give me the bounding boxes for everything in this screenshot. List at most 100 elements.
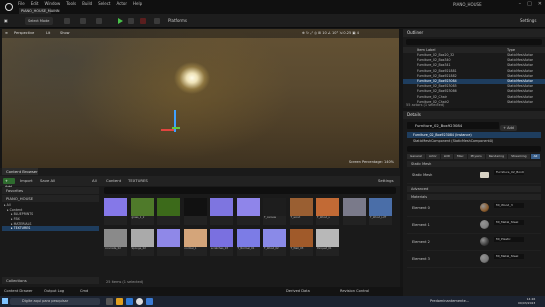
unreal-taskbar-icon[interactable] xyxy=(136,298,143,305)
outliner-search-input[interactable] xyxy=(406,39,542,45)
level-viewport[interactable]: ≡ Perspective Lit Show ⊕ ↻ ⤢ ◎ ⊞ 10 ∠ 10… xyxy=(2,29,399,168)
asset-tile[interactable]: Sponge_02 xyxy=(130,229,154,256)
component-static-mesh[interactable]: StaticMeshComponent (StaticMeshComponent… xyxy=(407,138,541,144)
stop-icon[interactable] xyxy=(140,18,146,24)
asset-tile[interactable]: T_canvas xyxy=(263,198,286,225)
save-all-button[interactable]: Save All xyxy=(40,178,55,184)
blueprint-icon[interactable] xyxy=(80,18,86,24)
asset-tile[interactable] xyxy=(236,198,260,225)
platforms-button[interactable]: Platforms xyxy=(168,17,187,25)
store-icon[interactable] xyxy=(146,298,153,305)
menu-actor[interactable]: Actor xyxy=(116,1,127,6)
filter-tab[interactable]: Physics xyxy=(467,154,485,159)
filter-tab[interactable]: All xyxy=(530,154,541,159)
windows-start-icon[interactable] xyxy=(2,298,8,304)
close-icon[interactable]: ✕ xyxy=(538,1,542,7)
viewport-menu-icon[interactable]: ≡ xyxy=(5,31,8,35)
filter-tab[interactable]: Actor xyxy=(425,154,440,159)
asset-tile[interactable] xyxy=(157,198,180,225)
material-picker[interactable]: MI_Plastic xyxy=(494,237,524,242)
project-section[interactable]: PIANO_HOUSE xyxy=(2,195,99,202)
import-button[interactable]: Import xyxy=(20,178,33,184)
filter-tab[interactable]: Rendering xyxy=(485,154,508,159)
material-picker[interactable]: MI_Metal_Steel xyxy=(494,220,524,225)
section-advanced[interactable]: Advanced xyxy=(407,186,541,192)
asset-tile[interactable] xyxy=(210,198,233,225)
show-button[interactable]: Show xyxy=(60,31,69,35)
menu-window[interactable]: Window xyxy=(44,1,60,6)
os-taskbar: Digite aqui para pesquisar Predominantem… xyxy=(0,296,545,307)
path-content[interactable]: Content xyxy=(106,178,121,184)
derived-data-button[interactable]: Derived Data xyxy=(286,289,310,293)
static-mesh-picker[interactable]: Furniture_02_Box9 xyxy=(494,170,524,175)
actor-name-field[interactable]: Furniture_02_Box923084 xyxy=(407,122,499,129)
transform-tools[interactable]: ⊕ ↻ ⤢ ◎ ⊞ 10 ∠ 10° ⇲ 0.25 ▣ 4 xyxy=(302,31,359,35)
settings-button[interactable]: Settings xyxy=(520,17,536,25)
asset-tile[interactable]: T_Wood_LUT xyxy=(369,198,392,225)
details-search-input[interactable] xyxy=(407,146,541,152)
menu-tools[interactable]: Tools xyxy=(66,1,76,6)
collections-section[interactable]: Collections xyxy=(2,277,99,284)
asset-tile[interactable]: T_Wall_03 xyxy=(289,229,313,256)
cb-settings-button[interactable]: Settings xyxy=(378,178,394,184)
asset-search-input[interactable] xyxy=(104,187,396,194)
menu-help[interactable]: Help xyxy=(133,1,142,6)
menu-edit[interactable]: Edit xyxy=(31,1,39,6)
asset-tile[interactable]: grass_1_2 xyxy=(130,198,154,225)
menu-build[interactable]: Build xyxy=(82,1,92,6)
add-component-button[interactable]: + Add xyxy=(500,125,517,131)
asset-tile[interactable]: T_Normal_01 xyxy=(236,229,260,256)
menu-select[interactable]: Select xyxy=(98,1,110,6)
task-view-icon[interactable] xyxy=(106,298,113,305)
asset-tile[interactable]: Parquet_01 xyxy=(316,229,339,256)
asset-tile[interactable]: T_wood xyxy=(289,198,313,225)
minimize-icon[interactable]: – xyxy=(519,1,522,7)
cmd-button[interactable]: Cmd xyxy=(80,289,88,293)
file-explorer-icon[interactable] xyxy=(116,298,123,305)
favorites-section[interactable]: Favorites xyxy=(2,187,99,194)
content-drawer-button[interactable]: Content Drawer xyxy=(4,289,33,293)
cinematics-icon[interactable] xyxy=(96,18,102,24)
path-all[interactable]: All xyxy=(92,178,97,184)
launch-icon[interactable] xyxy=(154,18,160,24)
taskbar-search-input[interactable]: Digite aqui para pesquisar xyxy=(10,298,100,305)
asset-tile[interactable]: normal_1 xyxy=(183,229,207,256)
asset-tile[interactable] xyxy=(104,198,127,225)
skip-icon[interactable] xyxy=(128,18,134,24)
play-icon[interactable] xyxy=(118,18,123,24)
cb-add-button[interactable]: + Add xyxy=(3,178,15,189)
asset-tile[interactable]: T_Wood_02 xyxy=(263,229,286,256)
lit-button[interactable]: Lit xyxy=(46,31,50,35)
asset-thumbnail xyxy=(236,198,260,216)
asset-label: Sponge_02 xyxy=(130,247,154,256)
weather-widget[interactable]: Predominantemente... xyxy=(430,299,469,303)
asset-tile[interactable]: scratches_03 xyxy=(210,229,233,256)
filter-tab[interactable]: Streaming xyxy=(508,154,530,159)
filter-tab[interactable]: General xyxy=(407,154,425,159)
menu-file[interactable]: File xyxy=(18,1,25,6)
taskbar-clock[interactable]: 14:26 09/03/2023 xyxy=(518,297,535,305)
material-picker[interactable]: MI_Wood_3 xyxy=(494,203,524,208)
maximize-icon[interactable]: □ xyxy=(527,1,532,7)
material-picker[interactable]: MI_Metal_Steel xyxy=(494,254,524,259)
gizmo-x-axis[interactable] xyxy=(161,129,174,131)
folder-tree-item[interactable]: ▸ TEXTURES xyxy=(2,226,99,232)
asset-tile[interactable] xyxy=(183,198,207,225)
edge-icon[interactable] xyxy=(126,298,133,305)
gizmo-z-axis[interactable] xyxy=(174,110,176,132)
content-browser-tab[interactable]: Content Browser xyxy=(2,168,38,175)
output-log-button[interactable]: Output Log xyxy=(44,289,64,293)
filter-tab[interactable]: Misc xyxy=(453,154,467,159)
filter-tab[interactable]: LOD xyxy=(440,154,453,159)
asset-tile[interactable]: T_Wood_s xyxy=(316,198,339,225)
gizmo-y-axis[interactable] xyxy=(172,127,180,129)
select-mode-button[interactable]: Select Mode xyxy=(25,17,53,25)
revision-control-button[interactable]: Revision Control xyxy=(340,289,369,293)
path-textures[interactable]: TEXTURES xyxy=(128,178,148,184)
asset-tile[interactable]: concrete_02 xyxy=(104,229,127,256)
asset-tile[interactable] xyxy=(157,229,180,256)
perspective-button[interactable]: Perspective xyxy=(14,31,34,35)
add-content-icon[interactable] xyxy=(64,18,70,24)
asset-tile[interactable] xyxy=(342,198,366,225)
save-icon[interactable]: ▣ xyxy=(4,17,8,25)
